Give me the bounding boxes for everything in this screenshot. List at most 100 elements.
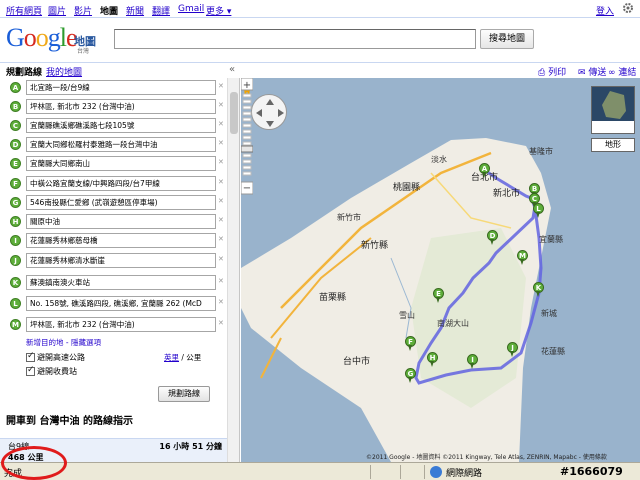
nav-all-web[interactable]: 所有網頁 <box>6 4 42 17</box>
search-input[interactable] <box>114 29 476 49</box>
waypoint-input[interactable]: 宜蘭縣礁溪鄉礁溪路七段105號 <box>26 118 216 133</box>
remove-waypoint-icon[interactable]: ✕ <box>218 277 224 285</box>
nav-maps[interactable]: 地圖 <box>100 4 118 17</box>
svg-text:+: + <box>243 80 251 91</box>
signin-link[interactable]: 登入 <box>596 4 614 17</box>
waypoint-marker-icon[interactable]: G <box>10 197 21 208</box>
waypoint-marker-icon[interactable]: B <box>10 101 21 112</box>
waypoint-input[interactable]: 宜蘭縣大同鄉南山 <box>26 156 216 171</box>
remove-waypoint-icon[interactable]: ✕ <box>218 158 224 166</box>
waypoint-row: G 546南投縣仁愛鄉 (武嶺遊憩區停車場) ✕ <box>10 195 224 211</box>
remove-waypoint-icon[interactable]: ✕ <box>218 101 224 109</box>
print-link[interactable]: ⎙ 列印 <box>538 65 566 78</box>
waypoint-input[interactable]: 坪林區, 新北市 232 (台灣中油) <box>26 317 216 332</box>
waypoint-input[interactable]: 北宜路一段/台9線 <box>26 80 216 95</box>
route-pin[interactable]: K <box>533 282 544 297</box>
map-canvas[interactable]: 淡水 台北市 基隆市 新北市 桃園縣 新竹市 新竹縣 宜蘭縣 苗栗縣 雪山 南湖… <box>241 78 640 462</box>
avoid-tolls-checkbox[interactable] <box>26 365 35 376</box>
waypoint-input[interactable]: 中橫公路宜蘭支線/中興路四段/台7甲線 <box>26 176 216 191</box>
waypoint-marker-icon[interactable]: A <box>10 82 21 93</box>
add-destination-link[interactable]: 新增目的地 - 隱藏選項 <box>26 337 101 348</box>
route-pin[interactable]: D <box>487 230 498 245</box>
remove-waypoint-icon[interactable]: ✕ <box>218 178 224 186</box>
collapse-panel-icon[interactable]: « <box>229 64 235 75</box>
waypoint-marker-icon[interactable]: E <box>10 158 21 169</box>
remove-waypoint-icon[interactable]: ✕ <box>218 139 224 147</box>
waypoint-input[interactable]: 蘇澳鎮南澳火車站 <box>26 275 216 290</box>
remove-waypoint-icon[interactable]: ✕ <box>218 319 224 327</box>
nav-videos[interactable]: 影片 <box>74 4 92 17</box>
waypoint-marker-icon[interactable]: L <box>10 298 21 309</box>
tab-my-maps[interactable]: 我的地圖 <box>46 65 82 78</box>
waypoint-input[interactable]: 宜蘭大同鄉松羅村泰雅路一段台灣中油 <box>26 137 216 152</box>
send-label: 傳送 <box>588 68 607 78</box>
tab-directions[interactable]: 規劃路線 <box>6 65 42 78</box>
directions-title: 開車到 台灣中油 的路線指示 <box>6 416 133 427</box>
waypoint-marker-icon[interactable]: H <box>10 216 21 227</box>
waypoint-marker-icon[interactable]: C <box>10 120 21 131</box>
miles-link[interactable]: 英里 <box>164 353 179 362</box>
waypoint-input[interactable]: 關原中油 <box>26 214 216 229</box>
route-pin[interactable]: G <box>405 368 416 383</box>
waypoint-input[interactable]: 坪林區, 新北市 232 (台灣中油) <box>26 99 216 114</box>
waypoint-input[interactable]: No. 158號, 礁溪路四段, 礁溪鄉, 宜蘭縣 262 (McD <box>26 296 216 311</box>
waypoint-input[interactable]: 546南投縣仁愛鄉 (武嶺遊憩區停車場) <box>26 195 216 210</box>
terrain-dropdown[interactable]: 地形 <box>591 138 635 152</box>
avoid-tolls-option[interactable]: 避開收費站 <box>26 365 77 377</box>
pan-control[interactable] <box>251 94 287 130</box>
remove-waypoint-icon[interactable]: ✕ <box>218 255 224 263</box>
nav-news[interactable]: 新聞 <box>126 4 144 17</box>
scrollbar-thumb[interactable] <box>230 92 238 134</box>
satellite-thumbnail-icon <box>592 87 634 121</box>
zoom-slider[interactable]: + − <box>241 78 253 198</box>
gear-icon[interactable] <box>622 2 634 14</box>
unit-toggle: 英里 / 公里 <box>164 352 201 363</box>
route-pin[interactable]: F <box>405 336 416 351</box>
waypoint-marker-icon[interactable]: I <box>10 235 21 246</box>
send-link[interactable]: ✉ 傳送 <box>578 65 606 78</box>
search-maps-button[interactable]: 搜尋地圖 <box>480 29 534 49</box>
route-pin[interactable]: E <box>433 288 444 303</box>
route-pin[interactable]: J <box>507 342 518 357</box>
nav-translate[interactable]: 翻譯 <box>152 4 170 17</box>
link-link[interactable]: ∞ 連結 <box>608 65 636 78</box>
waypoint-row: F 中橫公路宜蘭支線/中興路四段/台7甲線 ✕ <box>10 176 224 192</box>
waypoint-marker-icon[interactable]: K <box>10 277 21 288</box>
waypoint-marker-icon[interactable]: J <box>10 255 21 266</box>
route-pin[interactable]: H <box>427 352 438 367</box>
waypoint-row: C 宜蘭縣礁溪鄉礁溪路七段105號 ✕ <box>10 118 224 134</box>
security-zone-text: 網際網路 <box>446 469 483 479</box>
nav-images[interactable]: 圖片 <box>48 4 66 17</box>
remove-waypoint-icon[interactable]: ✕ <box>218 120 224 128</box>
remove-waypoint-icon[interactable]: ✕ <box>218 197 224 205</box>
waypoint-input[interactable]: 花蓮縣秀林鄉慈母橋 <box>26 233 216 248</box>
remove-waypoint-icon[interactable]: ✕ <box>218 216 224 224</box>
remove-waypoint-icon[interactable]: ✕ <box>218 235 224 243</box>
remove-waypoint-icon[interactable]: ✕ <box>218 298 224 306</box>
panel-toolbar: 規劃路線 我的地圖 « ⎙ 列印 ✉ 傳送 ∞ 連結 <box>0 62 640 78</box>
waypoint-row: J 花蓮縣秀林鄉清水斷崖 ✕ <box>10 253 224 269</box>
remove-waypoint-icon[interactable]: ✕ <box>218 82 224 90</box>
watermark-text: #1666079 <box>560 465 623 478</box>
waypoint-input[interactable]: 花蓮縣秀林鄉清水斷崖 <box>26 253 216 268</box>
waypoint-marker-icon[interactable]: D <box>10 139 21 150</box>
waypoint-marker-icon[interactable]: M <box>10 319 21 330</box>
get-directions-button[interactable]: 規劃路線 <box>158 386 210 402</box>
panel-scrollbar[interactable] <box>227 78 239 462</box>
avoid-highways-option[interactable]: 避開高速公路 <box>26 351 85 363</box>
google-logo[interactable]: Google <box>6 23 78 53</box>
route-pin[interactable]: L <box>533 203 544 218</box>
satellite-view-button[interactable]: 衛星 <box>591 86 635 134</box>
route-summary[interactable]: 台9線 16 小時 51 分鐘 468 公里 <box>0 438 228 462</box>
map-label: 基隆市 <box>529 147 553 156</box>
svg-text:−: − <box>243 183 251 194</box>
nav-gmail[interactable]: Gmail <box>178 4 204 14</box>
globe-icon <box>430 466 442 478</box>
route-pin[interactable]: M <box>517 250 528 265</box>
route-pin[interactable]: A <box>479 163 490 178</box>
avoid-highways-checkbox[interactable] <box>26 351 35 362</box>
pan-arrows-icon <box>256 99 284 127</box>
waypoint-marker-icon[interactable]: F <box>10 178 21 189</box>
route-pin[interactable]: I <box>467 354 478 369</box>
nav-more[interactable]: 更多 ▾ <box>206 4 231 17</box>
